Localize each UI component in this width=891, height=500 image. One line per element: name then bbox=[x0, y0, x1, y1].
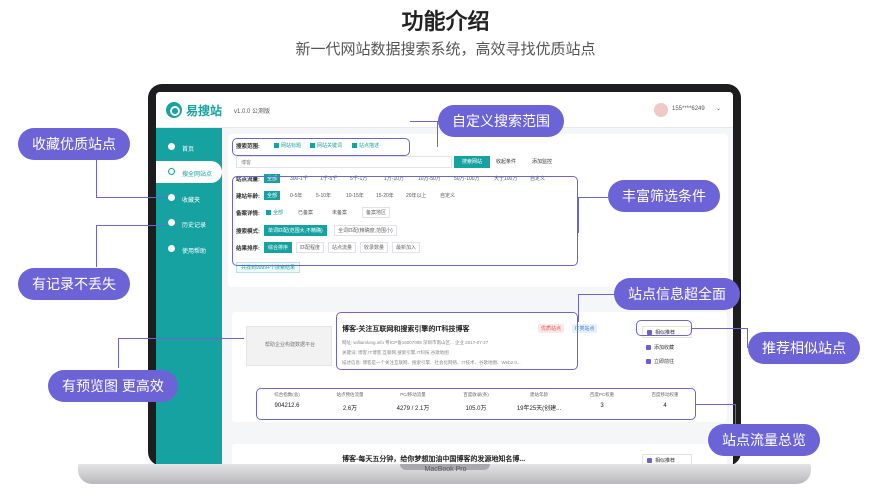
connector-line bbox=[118, 338, 244, 368]
history-icon bbox=[168, 219, 175, 226]
connector-line bbox=[578, 294, 614, 322]
sidebar-item-label: 使用帮助 bbox=[182, 249, 207, 255]
visit-now-button[interactable]: 立即前往 bbox=[642, 356, 692, 368]
sidebar-item-label: 首页 bbox=[182, 147, 195, 153]
annotation-filters: 丰富筛选条件 bbox=[608, 180, 720, 212]
connector-line bbox=[96, 160, 166, 198]
search-icon bbox=[168, 168, 175, 175]
connector-line bbox=[696, 404, 736, 426]
sidebar-item-label: 收藏夹 bbox=[182, 198, 201, 204]
annotation-similar: 推荐相似站点 bbox=[748, 332, 860, 364]
collapse-filters-button[interactable]: 收起条件 bbox=[496, 158, 516, 165]
connector-line bbox=[578, 197, 608, 233]
connector-line bbox=[692, 328, 748, 348]
user-name[interactable]: 155****6249 bbox=[672, 106, 705, 112]
annotation-site-info: 站点信息超全面 bbox=[614, 278, 740, 310]
annotation-fav: 收藏优质站点 bbox=[18, 128, 130, 160]
annotation-preview: 有预览图 更高效 bbox=[48, 370, 178, 402]
add-favorite-button[interactable]: 添加收藏 bbox=[642, 342, 692, 354]
annotation-traffic: 站点流量总览 bbox=[708, 424, 820, 456]
home-icon bbox=[168, 143, 175, 150]
hero-subtitle: 新一代网站数据搜索系统，高效寻找优质站点 bbox=[295, 41, 596, 58]
filters-highlight-frame bbox=[232, 176, 578, 266]
avatar[interactable] bbox=[654, 103, 668, 117]
result-title[interactable]: 博客-每天五分钟，给你梦想加油中国博客的发源地知名博... bbox=[342, 454, 525, 464]
annotation-history: 有记录不丢失 bbox=[18, 268, 130, 300]
add-monitor-button[interactable]: 添加监控 bbox=[532, 158, 552, 165]
help-icon bbox=[168, 245, 175, 252]
info-highlight-frame bbox=[336, 312, 578, 370]
search-button[interactable]: 搜索网站 bbox=[454, 156, 490, 168]
logo-icon bbox=[166, 102, 182, 118]
traffic-highlight-frame bbox=[256, 388, 696, 420]
hero-title: 功能介绍 bbox=[401, 9, 490, 34]
similar-icon bbox=[647, 458, 652, 463]
sidebar-item-home[interactable]: 首页 bbox=[156, 136, 222, 158]
visit-icon bbox=[646, 359, 651, 364]
scope-highlight-frame bbox=[232, 138, 410, 156]
connector-line bbox=[410, 121, 438, 147]
chevron-down-icon[interactable]: ⌄ bbox=[716, 105, 721, 112]
search-input[interactable]: 博客 bbox=[236, 156, 452, 168]
connector-line bbox=[96, 225, 166, 267]
laptop-model-label: MacBook Pro bbox=[424, 466, 467, 473]
app-version: v1.0.0 公测版 bbox=[234, 109, 271, 115]
preview-highlight-frame bbox=[244, 322, 332, 364]
similar-highlight-frame bbox=[636, 320, 692, 336]
annotation-custom-scope: 自定义搜索范围 bbox=[438, 105, 564, 137]
star-icon bbox=[168, 194, 175, 201]
sidebar-item-label: 历史记录 bbox=[182, 223, 207, 229]
sidebar-item-label: 搜全网站点 bbox=[182, 172, 213, 178]
app-name: 易搜站 bbox=[186, 104, 223, 118]
favorite-icon bbox=[646, 345, 651, 350]
